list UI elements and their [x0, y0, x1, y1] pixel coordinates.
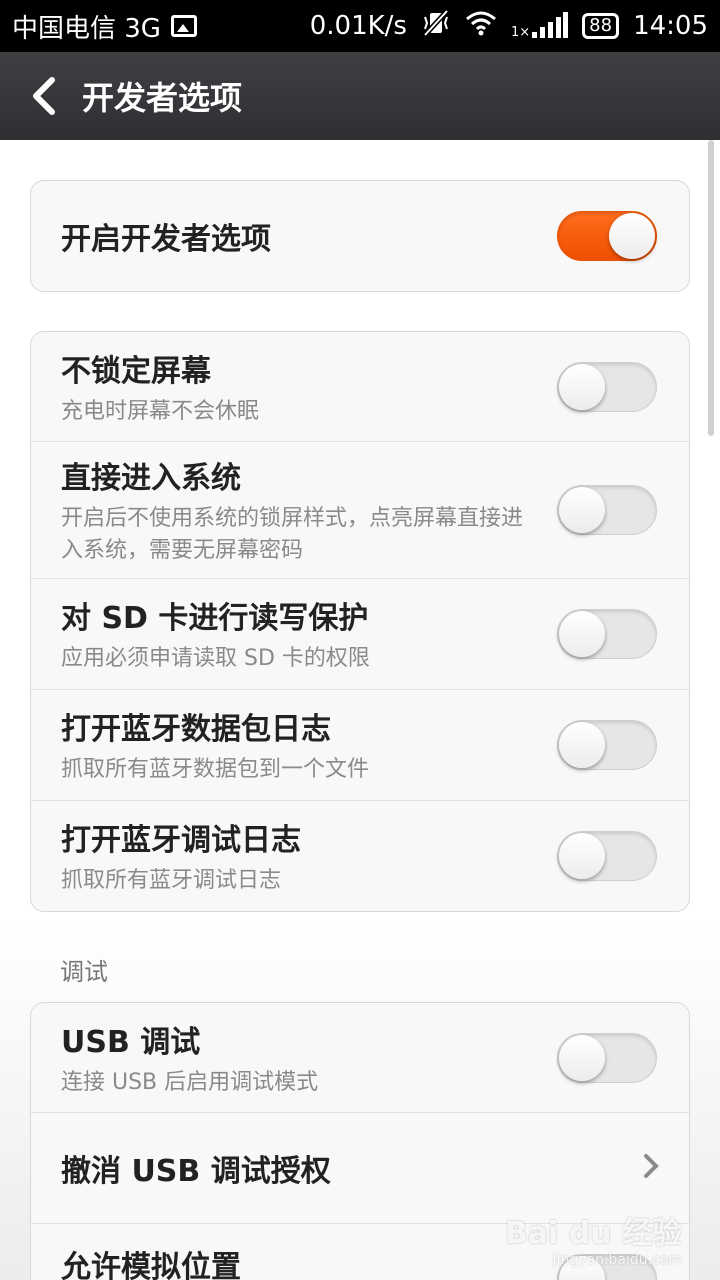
image-notification-icon: [170, 15, 197, 37]
toggle-knob: [559, 611, 605, 657]
cell-signal-icon: 1×: [510, 12, 569, 40]
list-item[interactable]: 不锁定屏幕 充电时屏幕不会休眠: [31, 332, 689, 442]
sd-protect-switch[interactable]: [557, 609, 657, 659]
master-toggle-card: 开启开发者选项: [30, 180, 690, 292]
wifi-icon: [465, 10, 497, 43]
toggle-knob: [559, 722, 605, 768]
list-item[interactable]: 对 SD 卡进行读写保护 应用必须申请读取 SD 卡的权限: [31, 579, 689, 690]
toggle-knob: [559, 487, 605, 533]
bt-debug-log-switch[interactable]: [557, 831, 657, 881]
section-header-debug: 调试: [60, 958, 108, 986]
carrier-label: 中国电信 3G: [12, 13, 161, 44]
status-bar: 中国电信 3G 0.01K/s 1× 88 14:05: [0, 0, 720, 52]
list-item[interactable]: 打开蓝牙调试日志 抓取所有蓝牙调试日志: [31, 801, 689, 911]
list-item[interactable]: 打开蓝牙数据包日志 抓取所有蓝牙数据包到一个文件: [31, 690, 689, 801]
list-item[interactable]: USB 调试 连接 USB 后启用调试模式: [31, 1003, 689, 1113]
usb-debug-switch[interactable]: [557, 1032, 657, 1083]
item-subtitle: 开启后不使用系统的锁屏样式，点亮屏幕直接进入系统，需要无屏幕密码: [61, 506, 524, 563]
skip-lockscreen-switch[interactable]: [557, 485, 657, 535]
watermark-text: Bai du 经验: [504, 1216, 682, 1251]
watermark-url: jingyan.baidu.com: [552, 1252, 682, 1268]
item-title: 撤消 USB 调试授权: [61, 1154, 331, 1189]
chevron-right-icon: [643, 1153, 659, 1183]
scrollbar[interactable]: [708, 140, 714, 436]
battery-icon: 88: [582, 13, 620, 39]
master-toggle-row[interactable]: 开启开发者选项: [31, 181, 689, 291]
signal-label: 1×: [510, 25, 531, 40]
bt-packet-log-switch[interactable]: [557, 720, 657, 770]
stay-awake-switch[interactable]: [557, 361, 657, 412]
baidu-jingyan-watermark: Bai du 经验 jingyan.baidu.com: [505, 1208, 682, 1268]
back-arrow-icon[interactable]: [8, 52, 78, 140]
vibrate-mute-icon: [421, 8, 451, 44]
options-group-card: 不锁定屏幕 充电时屏幕不会休眠 直接进入系统 开启后不使用系统的锁屏样式，点亮屏…: [30, 331, 690, 912]
network-speed: 0.01K/s: [309, 11, 407, 41]
title-bar: 开发者选项: [0, 52, 720, 140]
toggle-knob: [559, 833, 605, 879]
toggle-knob: [559, 1034, 605, 1081]
list-item[interactable]: 直接进入系统 开启后不使用系统的锁屏样式，点亮屏幕直接进入系统，需要无屏幕密码: [31, 442, 689, 579]
master-toggle-switch[interactable]: [557, 211, 657, 261]
toggle-knob: [609, 213, 655, 259]
settings-content[interactable]: 开启开发者选项 不锁定屏幕 充电时屏幕不会休眠 直接进入系统 开启后不使用系统的…: [0, 140, 720, 1280]
toggle-knob: [559, 363, 605, 410]
page-title: 开发者选项: [82, 79, 243, 117]
clock: 14:05: [633, 11, 708, 41]
